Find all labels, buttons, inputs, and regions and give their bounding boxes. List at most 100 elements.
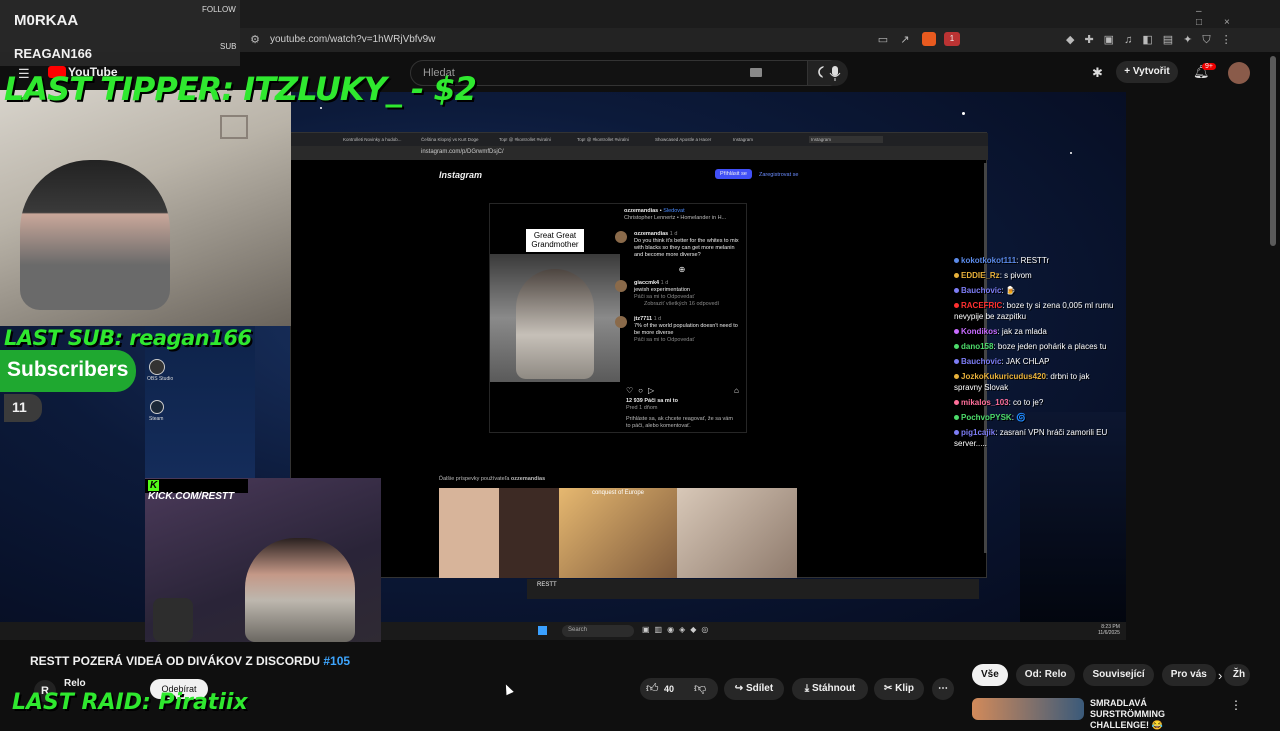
chat-badge-icon [954,288,959,293]
download-label: Stáhnout [811,683,856,694]
thumbs-down-icon[interactable]: 👎︎ [694,681,706,696]
chat-username[interactable]: kokotkokot111 [961,256,1016,265]
register-link[interactable]: Zaregistrovat se [759,172,798,178]
chat-username[interactable]: Kondikos [961,327,997,336]
filter-chip[interactable]: Žh [1223,664,1250,686]
windows-start-icon[interactable] [538,626,547,635]
inner-url[interactable]: instagram.com/p/DGrwmfDsjC/ [421,149,504,155]
stream-chat: kokotkokot111: RESTTr EDDIE_Rz: s pivom Ba… [954,255,1114,485]
chat-message: Bauchovic: 🍺 [954,285,1114,296]
page-scrollbar[interactable] [1270,56,1276,246]
inner-browser-tab[interactable]: Instagram [809,136,883,143]
rewards-badge: 1 [949,34,955,43]
create-button[interactable]: + Vytvořit [1116,61,1178,83]
comment-user[interactable]: giaccmk4 [634,280,659,286]
video-title-text: RESTT POZERÁ VIDEÁ OD DIVÁKOV Z DISCORDU [30,654,321,668]
rewards-icon[interactable]: 1 [944,32,960,46]
wall-picture [220,115,248,139]
commenter-avatar[interactable] [615,231,627,243]
gear-icon[interactable]: ✱ [1092,65,1103,81]
load-more-icon[interactable]: ⊕ [624,265,740,274]
chat-username[interactable]: RACEFRIC [961,301,1002,310]
inner-browser-tab[interactable]: Showcased Apostle a Hacer [653,136,727,143]
voice-search-button[interactable] [822,60,848,86]
kick-url: KICK.COM/RESTT [148,491,235,502]
inner-browser-tab[interactable]: Čeština Klopný vs Kurt Doge [419,136,493,143]
avatar[interactable] [1228,62,1250,84]
commenter-avatar[interactable] [615,280,627,292]
chat-message: EDDIE_Rz: s pivom [954,270,1114,281]
follow-link[interactable]: Sledovat [663,208,684,214]
taskbar-search[interactable]: Search [562,625,634,637]
video-hashtag[interactable]: #105 [323,654,350,668]
taskbar-clock: 8:23 PM 11/6/2025 [1098,624,1120,636]
brave-shield-icon[interactable] [922,32,936,46]
post-thumbnail[interactable] [677,488,797,578]
chat-username[interactable]: JozkoKukuricudus420 [961,372,1046,381]
thumbs-up-icon[interactable]: 👍︎ [646,681,659,696]
kebab-menu-icon[interactable]: ⋮ [1230,698,1242,712]
chat-text: : 🌀 [1011,413,1027,422]
bookmark-icon[interactable]: ⌂ [734,386,739,395]
filter-chip[interactable]: Související [1083,664,1154,686]
comment-time: 1 d [669,231,678,237]
stream-dock: RESTT [527,579,979,599]
inner-browser-tab[interactable]: Top! @ #kontrollet #viralni [575,136,649,143]
chat-username[interactable]: mikalos_103 [961,398,1009,407]
clip-button[interactable]: ✂ Klip [874,678,924,700]
comment-user[interactable]: ozzemandias [634,231,668,237]
follow-label: FOLLOW [202,5,236,14]
post-thumbnail[interactable] [439,488,559,578]
comment-user[interactable]: jtz7711 [634,316,652,322]
like-count[interactable]: 40 [664,684,674,694]
chat-username[interactable]: EDDIE_Rz [961,271,1000,280]
address-url[interactable]: youtube.com/watch?v=1hWRjVbfv9w [270,34,435,45]
chat-message: RACEFRIC: boze ty si zena 0,005 ml rumu … [954,300,1114,322]
filter-chip[interactable]: Vše [972,664,1008,686]
chat-username[interactable]: PochvoPYSK [961,413,1012,422]
chat-text: : 🍺 [1001,286,1016,295]
follow-sub-panel: M0RKAA FOLLOW REAGAN166 SUB [0,0,240,66]
share-button[interactable]: ↪ Sdílet [724,678,784,700]
filter-chip[interactable]: Pro vás [1161,664,1216,686]
inner-browser-tab[interactable]: Top! @ #kontrollet #viralni [497,136,571,143]
post-actions[interactable]: ♡○▷ [626,386,659,395]
comment-meta[interactable]: Páči sa mi to Odpovedať [634,294,740,301]
chip-bar: Vše Od: Relo Související Pro vás Žh [972,664,1250,686]
last-raid-banner: LAST RAID: Piratiix [12,690,248,715]
login-button[interactable]: Přihlásit se [715,169,752,179]
sub-label: SUB [220,42,237,51]
recommendation-thumbnail[interactable] [972,698,1084,720]
chat-username[interactable]: dano158 [961,342,993,351]
inner-browser-tab[interactable]: Kontrolleti Novinky a hudob... [341,136,415,143]
taskbar-apps[interactable]: ▣▥◉◈◆◎ [642,625,737,637]
download-icon: ⤓ [804,683,812,694]
cast-icon[interactable]: ▭ [876,33,890,47]
view-replies-link[interactable]: Zobraziť všetkých 16 odpovedí [634,301,740,308]
share-icon[interactable]: ↗ [898,33,912,47]
chat-badge-icon [954,374,959,379]
steam-icon[interactable] [150,400,164,414]
chat-username[interactable]: Bauchovic [961,357,1001,366]
inner-browser-tab[interactable]: Instagram [731,136,805,143]
extensions-toolbar[interactable]: ◆✚▣♫◧▤✦⛉⋮ [1066,33,1266,47]
keyboard-icon[interactable] [750,68,762,77]
site-info-icon[interactable]: ⚙ [248,33,262,47]
chat-username[interactable]: pig1cajik [961,428,995,437]
commenter-avatar[interactable] [615,316,627,328]
post-thumbnail[interactable]: conquest of Europe [559,488,677,578]
obs-icon[interactable] [149,359,165,375]
recommendation-title[interactable]: SMRADLAVÁ SURSTRÖMMING CHALLENGE! 😂 [1090,698,1224,731]
channel-name[interactable]: Relo [64,678,86,689]
download-button[interactable]: ⤓ Stáhnout [792,678,868,700]
chevron-right-icon[interactable]: › [1218,668,1222,683]
filter-chip[interactable]: Od: Relo [1015,664,1076,686]
window-controls[interactable]: –□× [1196,6,1266,28]
subscribers-count: 11 [4,394,42,422]
post-author[interactable]: ozzemandias [624,208,658,214]
more-posts-user[interactable]: ozzemandias [511,476,545,482]
more-actions-button[interactable]: ⋯ [932,678,954,700]
comment-meta[interactable]: Páči sa mi to Odpovedať [634,337,740,344]
chat-username[interactable]: Bauchovic [961,286,1001,295]
chat-badge-icon [954,344,959,349]
